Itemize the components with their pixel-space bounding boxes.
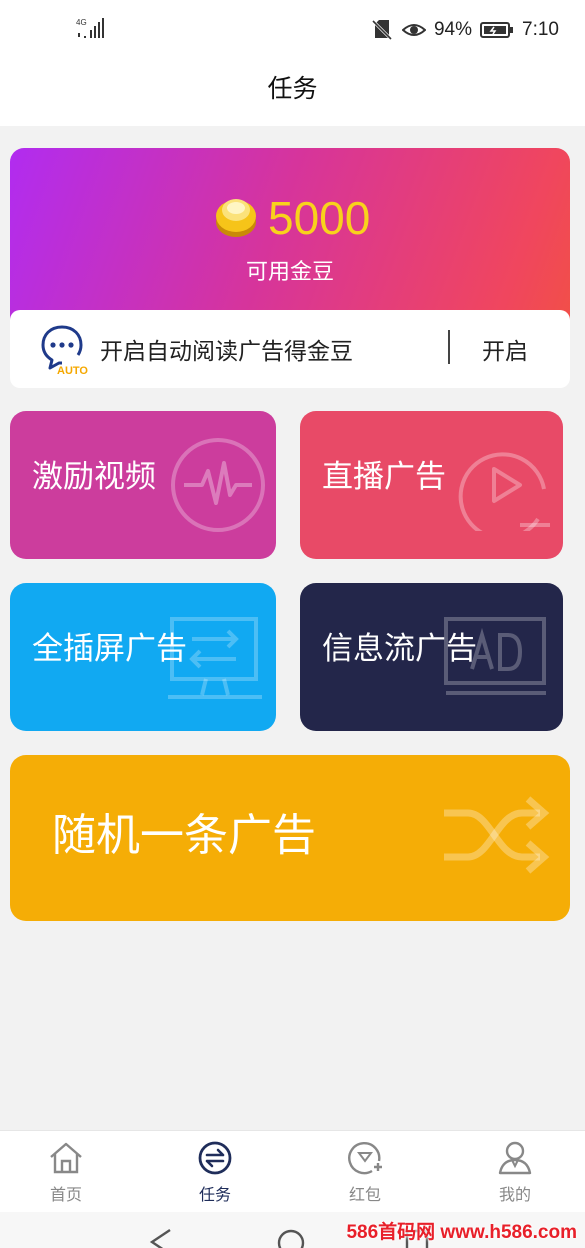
tab-label: 任务 [198,1185,231,1204]
tab-redpacket[interactable]: 红包 [325,1139,405,1205]
tab-label: 首页 [49,1185,82,1204]
task-label: 直播广告 [322,459,446,495]
exchange-icon [198,1141,232,1175]
system-nav-bar: 586首码网 www.h586.com [0,1212,585,1248]
home-nav-icon[interactable] [276,1228,306,1248]
svg-text:4G: 4G [76,18,87,27]
play-icon [458,452,550,531]
monitor-icon [168,617,262,699]
divider [448,330,450,364]
status-bar: 4G 94% 7:10 [0,0,585,60]
tab-label: 红包 [348,1185,381,1204]
task-card-incentive-video[interactable]: 激励视频 [10,411,276,559]
back-nav-icon[interactable] [148,1228,174,1248]
tab-home[interactable]: 首页 [26,1139,106,1205]
redpacket-icon [348,1141,382,1175]
bottom-tab-bar: 首页 任务 红包 我的 [0,1130,585,1212]
shuffle-icon [444,796,550,874]
watermark: 586首码网 www.h586.com [346,1222,577,1243]
header: 任务 [0,60,585,126]
tab-label: 我的 [498,1185,531,1204]
auto-read-row: AUTO 开启自动阅读广告得金豆 开启 [10,310,570,388]
gold-coin-icon [216,199,256,237]
svg-text:AUTO: AUTO [57,365,88,376]
eye-icon [401,24,426,36]
chat-auto-icon: AUTO [41,325,88,376]
task-card-feed-ad[interactable]: 信息流广告 [300,583,563,731]
pulse-icon [171,438,265,532]
ad-monitor-icon [444,617,546,695]
task-card-live-ad[interactable]: 直播广告 [300,411,563,559]
task-card-random-ad[interactable]: 随机一条广告 [10,755,570,921]
task-label: 激励视频 [32,459,156,495]
tab-task[interactable]: 任务 [175,1139,255,1205]
tab-mine[interactable]: 我的 [475,1139,555,1205]
balance-amount: 5000 [268,192,371,244]
enable-auto-read-button[interactable]: 开启 [482,332,528,366]
home-icon [50,1142,82,1174]
page-title: 任务 [267,74,318,103]
task-label: 随机一条广告 [52,810,316,861]
battery-icon [480,22,514,38]
task-card-interstitial-ad[interactable]: 全插屏广告 [10,583,276,731]
clock: 7:10 [522,19,559,40]
battery-percent: 94% [433,19,473,40]
auto-read-text: 开启自动阅读广告得金豆 [100,339,353,365]
no-sim-icon [371,19,393,41]
task-label: 全插屏广告 [32,631,187,667]
signal-icon: 4G [76,18,104,38]
user-icon [498,1141,532,1175]
balance-label: 可用金豆 [245,260,334,285]
